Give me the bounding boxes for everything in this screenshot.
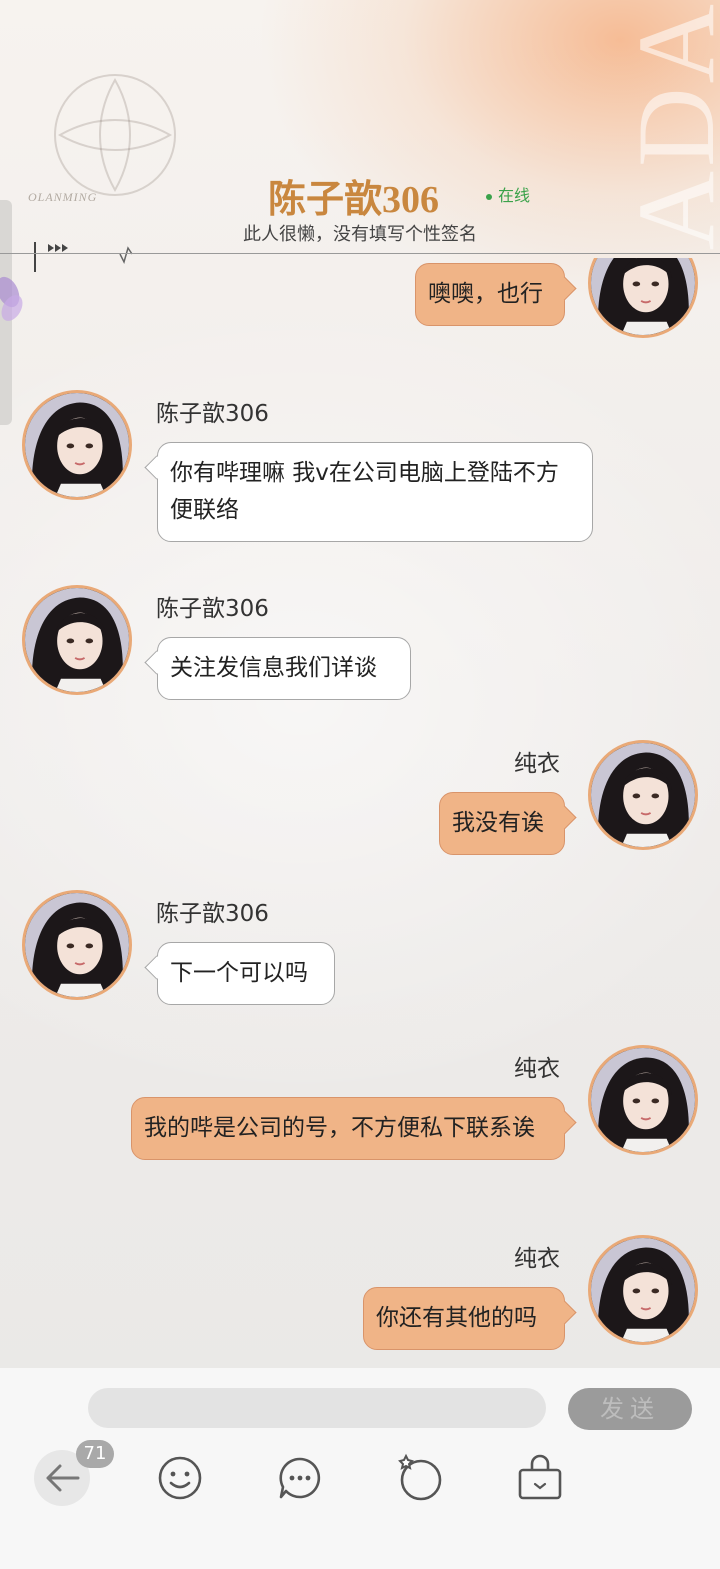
crystal-ball-icon [398,1453,442,1501]
online-status-label: 在线 [498,186,531,205]
avatar[interactable] [588,740,698,850]
online-status: 在线 [486,182,530,206]
quick-reply-button[interactable] [272,1450,328,1506]
message-left-5: 陈子歆306 下一个可以吗 [0,890,720,1050]
unread-badge: 71 [76,1440,114,1468]
sender-name: 陈子歆306 [156,901,269,927]
sender-name: 陈子歆306 [156,596,269,622]
sender-name: 纯衣 [514,1246,560,1272]
avatar[interactable] [22,890,132,1000]
message-bubble[interactable]: 下一个可以吗 [157,942,335,1005]
gift-bag-icon [518,1454,562,1500]
emoji-icon [158,1456,202,1500]
gift-button[interactable] [512,1450,568,1506]
send-button[interactable]: 发送 [568,1388,692,1430]
chat-messages[interactable]: 纯衣噢噢，也行陈子歆306你有哔理嘛 我v在公司电脑上登陆不方便联络陈子歆306… [0,258,720,1368]
sender-name: 纯衣 [514,1056,560,1082]
message-bubble[interactable]: 我的哔是公司的号，不方便私下联系诶 [131,1097,565,1160]
message-bubble[interactable]: 噢噢，也行 [415,263,565,326]
message-right-7: 纯衣你还有其他的吗 [0,1235,720,1368]
avatar[interactable] [22,585,132,695]
avatar[interactable] [588,258,698,338]
message-bubble[interactable]: 你有哔理嘛 我v在公司电脑上登陆不方便联络 [157,442,593,542]
message-right-1: 纯衣噢噢，也行 [0,258,720,388]
message-input[interactable] [88,1388,546,1428]
status-dot-icon [486,193,492,200]
message-left-3: 陈子歆306 关注发信息我们详谈 [0,585,720,745]
message-right-4: 纯衣我没有诶 [0,740,720,900]
message-bubble[interactable]: 关注发信息我们详谈 [157,637,411,700]
avatar[interactable] [22,390,132,500]
avatar[interactable] [588,1235,698,1345]
emoji-button[interactable] [152,1450,208,1506]
header-divider [0,253,720,254]
message-bubble[interactable]: 我没有诶 [439,792,565,855]
page-title: 陈子歆306 [268,179,440,221]
message-right-6: 纯衣我的哔是公司的号，不方便私下联系诶 [0,1045,720,1205]
magic-button[interactable] [392,1450,448,1506]
sender-name: 陈子歆306 [156,401,269,427]
chat-bubble-icon [279,1457,321,1499]
composer-bar: 发送 71 [0,1368,720,1569]
chat-header: 陈子歆306 在线 此人很懒，没有填写个性签名 [0,160,720,272]
message-left-2: 陈子歆306 你有哔理嘛 我v在公司电脑上登陆不方便联络 [0,390,720,550]
sender-name: 纯衣 [514,751,560,777]
message-bubble[interactable]: 你还有其他的吗 [363,1287,565,1350]
avatar[interactable] [588,1045,698,1155]
